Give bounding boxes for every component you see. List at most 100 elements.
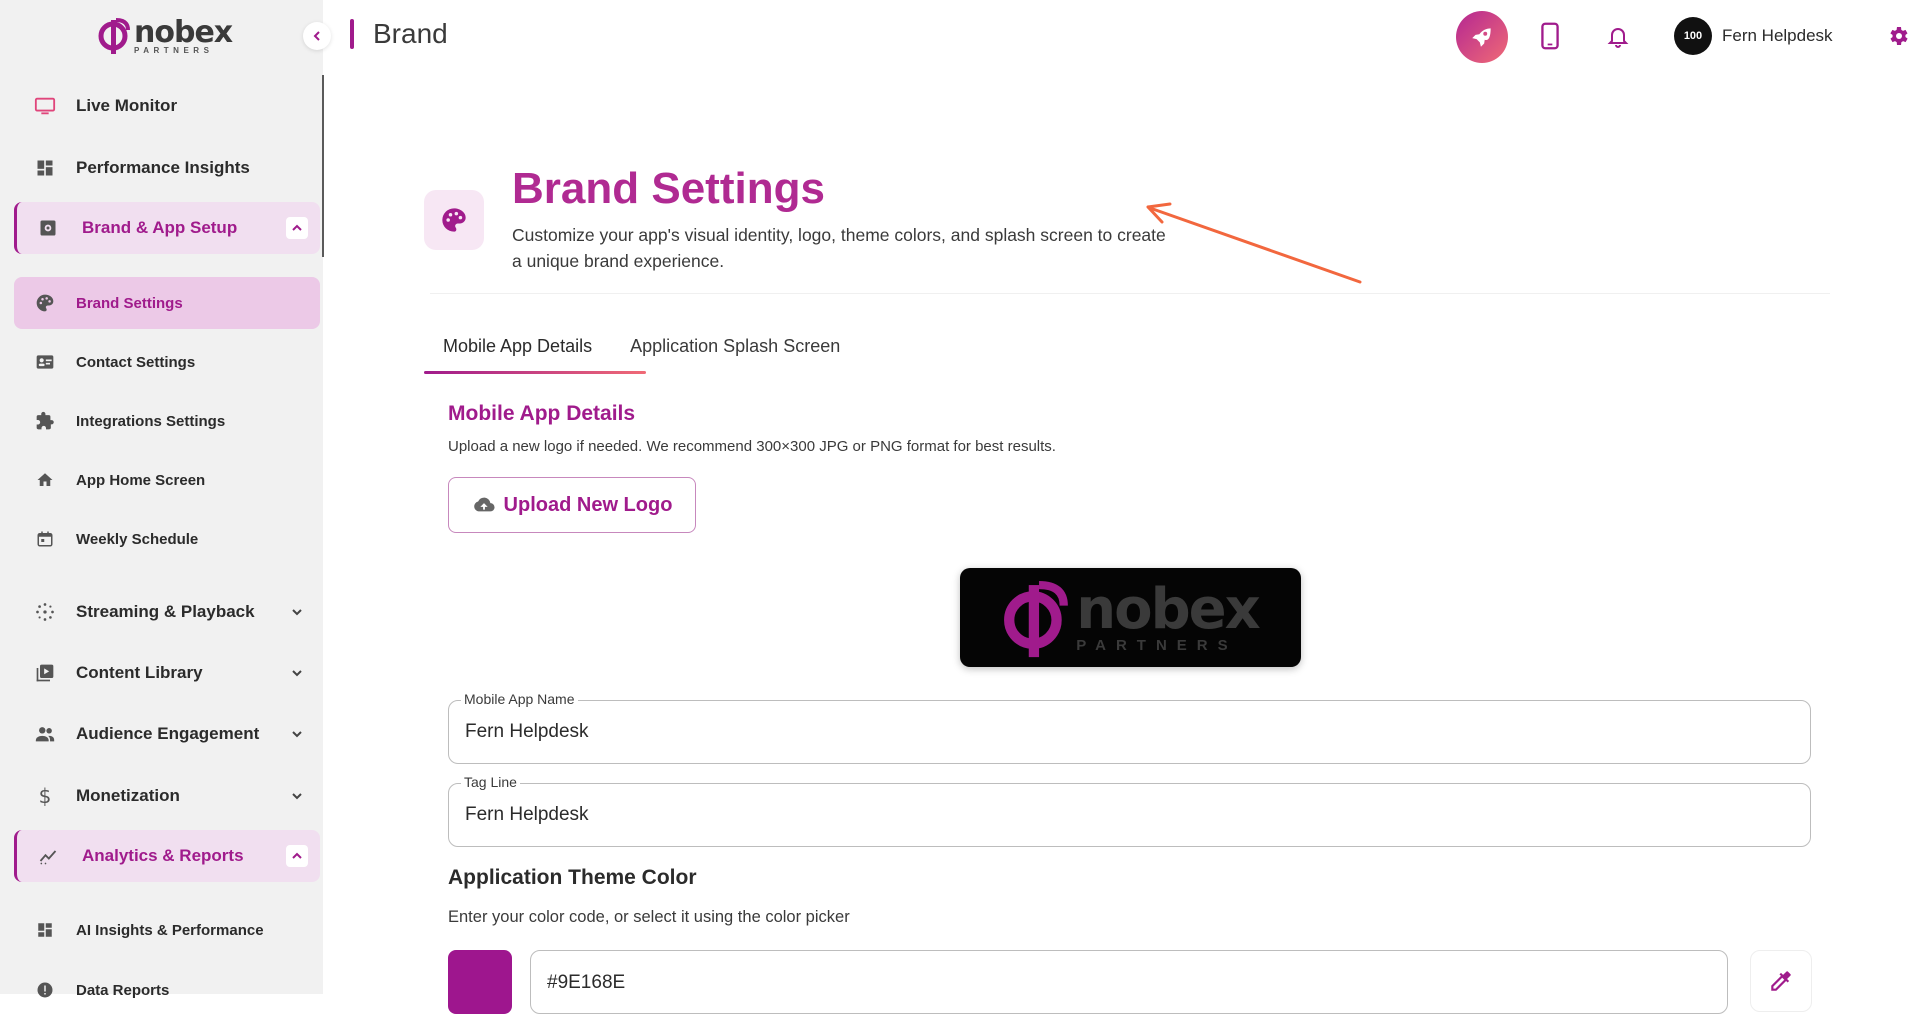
settings-box-icon: [37, 217, 59, 239]
sidebar-item-label: Contact Settings: [76, 353, 196, 371]
tagline-field[interactable]: Tag Line: [448, 774, 1811, 847]
sidebar-item-content-library[interactable]: Content Library: [14, 647, 320, 699]
active-tab-indicator: [424, 371, 646, 374]
theme-color-input[interactable]: [547, 972, 1647, 994]
cloud-upload-icon: [472, 493, 496, 517]
sidebar-item-streaming-playback[interactable]: Streaming & Playback: [14, 586, 320, 638]
eyedropper-icon: [1771, 971, 1791, 991]
section-title: Mobile App Details: [448, 402, 636, 425]
sidebar-divider: [322, 75, 324, 257]
upload-logo-button[interactable]: Upload New Logo: [448, 477, 696, 533]
chevron-down-icon[interactable]: [288, 725, 306, 743]
theme-color-description: Enter your color code, or select it usin…: [448, 908, 850, 926]
avatar: 100: [1674, 17, 1712, 55]
chevron-down-icon[interactable]: [288, 603, 306, 621]
app-name-label: Mobile App Name: [461, 691, 578, 707]
logo-word: nobex: [134, 14, 233, 50]
color-picker-button[interactable]: [1750, 950, 1812, 1012]
settings-button[interactable]: [1882, 20, 1914, 52]
user-menu[interactable]: 100 Fern Helpdesk: [1674, 17, 1833, 55]
sidebar-item-performance-insights[interactable]: Performance Insights: [14, 142, 320, 194]
dashboard-icon: [34, 157, 56, 179]
title-accent-bar: [350, 19, 354, 49]
sidebar-item-label: Content Library: [76, 663, 203, 682]
sidebar-item-label: Integrations Settings: [76, 412, 226, 430]
video-library-icon: [34, 662, 56, 684]
sidebar-item-label: Weekly Schedule: [76, 530, 199, 548]
page-title: Brand Settings: [512, 164, 825, 213]
sidebar-item-label: Streaming & Playback: [76, 602, 255, 621]
gear-icon: [1890, 27, 1908, 45]
app-name-field[interactable]: Mobile App Name: [448, 691, 1811, 764]
sidebar-item-audience-engagement[interactable]: Audience Engagement: [14, 708, 320, 760]
theme-color-swatch[interactable]: [448, 950, 512, 1014]
sidebar-item-label: Performance Insights: [76, 158, 250, 177]
theme-color-title: Application Theme Color: [448, 866, 697, 889]
sidebar-item-label: Monetization: [76, 786, 180, 805]
sidebar-item-label: Brand Settings: [76, 294, 183, 312]
settings-tabs: Mobile App Details Application Splash Sc…: [424, 330, 859, 375]
section-description: Upload a new logo if needed. We recommen…: [448, 438, 1056, 455]
sidebar-item-monetization[interactable]: $ Monetization: [14, 770, 320, 822]
chevron-up-icon[interactable]: [286, 217, 308, 239]
sidebar-item-integrations-settings[interactable]: Integrations Settings: [14, 395, 320, 447]
sidebar-item-analytics-reports[interactable]: Analytics & Reports: [14, 830, 320, 882]
chevron-left-icon: [313, 31, 320, 41]
puzzle-icon: [34, 410, 56, 432]
chevron-up-icon[interactable]: [286, 845, 308, 867]
app-name-input[interactable]: [465, 721, 1765, 743]
chevron-down-icon[interactable]: [288, 787, 306, 805]
topbar-title: Brand: [350, 18, 448, 50]
sidebar-item-label: Audience Engagement: [76, 724, 260, 743]
logo-subtitle: PARTNERS: [134, 45, 214, 55]
sidebar: nobex PARTNERS Live Monitor Performance …: [0, 0, 331, 999]
sidebar-item-label: AI Insights & Performance: [76, 921, 264, 939]
palette-icon: [442, 208, 466, 232]
sidebar-item-weekly-schedule[interactable]: Weekly Schedule: [14, 513, 320, 565]
theme-color-field[interactable]: [530, 950, 1728, 1014]
mobile-preview-button[interactable]: [1534, 20, 1566, 52]
chevron-down-icon[interactable]: [288, 664, 306, 682]
logo-preview-subtitle: PARTNERS: [1076, 637, 1238, 654]
page-heading: Brand: [373, 18, 448, 49]
upload-logo-label: Upload New Logo: [503, 493, 673, 516]
nobex-logo-mark-icon: [98, 16, 132, 56]
rocket-icon: [1472, 28, 1491, 47]
sidebar-item-label: Data Reports: [76, 981, 170, 999]
analytics-icon: [37, 845, 59, 867]
calendar-icon: [34, 528, 56, 550]
user-name: Fern Helpdesk: [1722, 26, 1833, 45]
brand-settings-header-icon: [424, 190, 484, 250]
annotation-arrow: [1146, 202, 1362, 284]
sidebar-item-brand-settings[interactable]: Brand Settings: [14, 277, 320, 329]
streaming-icon: [34, 601, 56, 623]
page-description: Customize your app's visual identity, lo…: [512, 225, 1166, 271]
sidebar-item-label: Brand & App Setup: [82, 218, 238, 237]
logo-preview-word: nobex: [1076, 577, 1261, 642]
sidebar-item-data-reports[interactable]: Data Reports: [14, 964, 320, 1016]
sidebar-item-brand-app-setup[interactable]: Brand & App Setup: [14, 202, 320, 254]
sidebar-collapse-button[interactable]: [303, 22, 331, 50]
people-icon: [34, 723, 56, 745]
palette-icon: [34, 292, 56, 314]
phone-icon: [1541, 22, 1559, 50]
tagline-label: Tag Line: [461, 774, 520, 790]
sidebar-item-label: Analytics & Reports: [82, 846, 244, 865]
sidebar-item-contact-settings[interactable]: Contact Settings: [14, 336, 320, 388]
logo-preview: nobex PARTNERS: [960, 568, 1301, 667]
tab-application-splash-screen[interactable]: Application Splash Screen: [611, 330, 859, 375]
nobex-logo-mark-icon: [1004, 580, 1069, 657]
tagline-input[interactable]: [465, 804, 1765, 826]
notifications-button[interactable]: [1602, 20, 1634, 52]
brand-logo[interactable]: nobex PARTNERS: [98, 14, 233, 56]
launch-button[interactable]: [1456, 11, 1508, 63]
sidebar-item-app-home-screen[interactable]: App Home Screen: [14, 454, 320, 506]
dollar-icon: $: [38, 784, 52, 808]
sidebar-item-label: App Home Screen: [76, 471, 206, 489]
sidebar-item-live-monitor[interactable]: Live Monitor: [14, 80, 320, 132]
tab-mobile-app-details[interactable]: Mobile App Details: [424, 330, 611, 375]
sidebar-item-ai-insights[interactable]: AI Insights & Performance: [14, 904, 320, 956]
monitor-icon: [34, 95, 56, 117]
dashboard-icon: [34, 919, 56, 941]
contact-card-icon: [34, 351, 56, 373]
